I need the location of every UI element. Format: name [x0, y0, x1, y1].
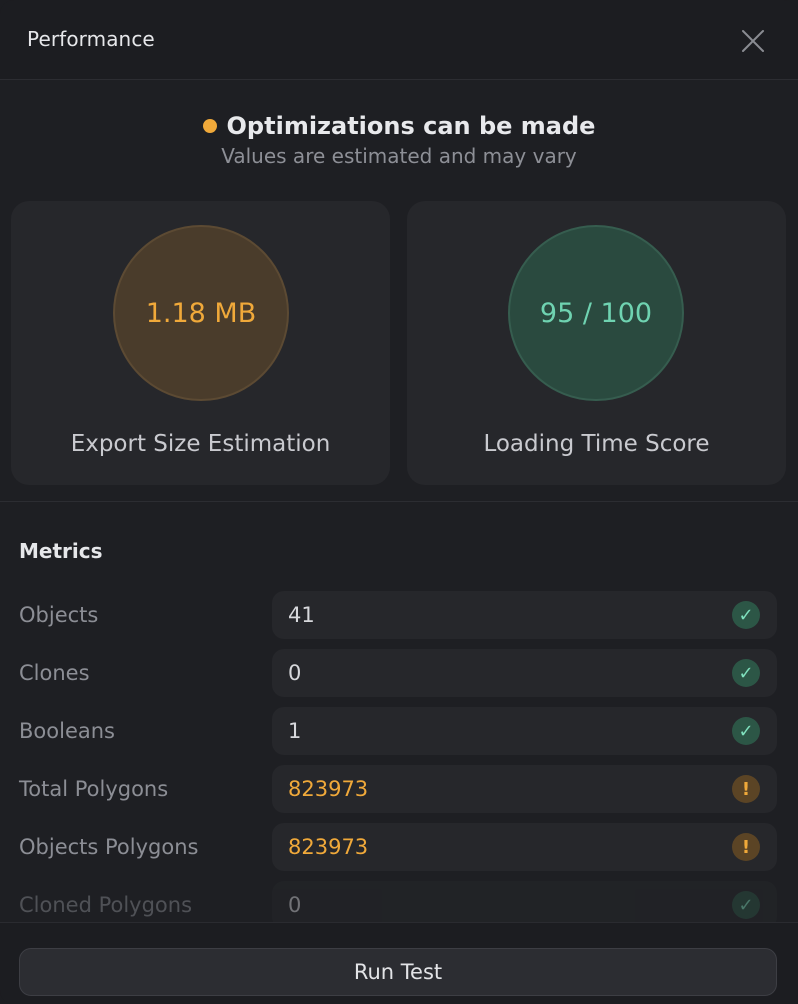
metric-value-box: 41 ✓	[272, 591, 777, 639]
metric-row-booleans: Booleans 1 ✓	[0, 707, 798, 755]
close-icon[interactable]	[736, 24, 770, 58]
panel-footer: Run Test	[0, 922, 798, 1004]
run-test-button[interactable]: Run Test	[19, 948, 777, 996]
metric-row-total-polygons: Total Polygons 823973 !	[0, 765, 798, 813]
loading-score-card: 95 / 100 Loading Time Score	[407, 201, 786, 485]
export-size-card: 1.18 MB Export Size Estimation	[11, 201, 390, 485]
status-subtitle: Values are estimated and may vary	[221, 144, 577, 168]
panel-title: Performance	[27, 27, 155, 51]
check-icon: ✓	[732, 717, 760, 745]
metric-row-objects: Objects 41 ✓	[0, 591, 798, 639]
check-icon: ✓	[732, 659, 760, 687]
loading-score-gauge: 95 / 100	[508, 225, 684, 401]
export-size-gauge: 1.18 MB	[113, 225, 289, 401]
metric-value: 41	[288, 603, 315, 627]
metric-label: Cloned Polygons	[19, 893, 193, 917]
metric-value: 0	[288, 661, 302, 685]
metric-value-box: 823973 !	[272, 823, 777, 871]
status-dot-icon	[202, 119, 217, 133]
metric-label: Clones	[19, 661, 90, 685]
metric-label: Objects Polygons	[19, 835, 199, 859]
export-size-value: 1.18 MB	[145, 297, 257, 329]
check-icon: ✓	[732, 891, 760, 919]
export-size-label: Export Size Estimation	[70, 431, 331, 457]
metric-value-box: 823973 !	[272, 765, 777, 813]
metric-value: 0	[288, 893, 302, 917]
metric-value: 823973	[288, 777, 369, 801]
metric-value: 823973	[288, 835, 369, 859]
warning-icon: !	[732, 775, 760, 803]
panel-header: Performance	[0, 0, 798, 80]
optimization-status: Optimizations can be made Values are est…	[0, 112, 798, 168]
metric-value: 1	[288, 719, 302, 743]
metric-label: Total Polygons	[19, 777, 169, 801]
status-title: Optimizations can be made	[226, 112, 596, 140]
metrics-title: Metrics	[19, 539, 103, 563]
performance-panel: Performance Optimizations can be made Va…	[0, 0, 798, 1004]
check-icon: ✓	[732, 601, 760, 629]
warning-icon: !	[732, 833, 760, 861]
metric-label: Booleans	[19, 719, 115, 743]
section-divider	[0, 501, 798, 502]
metric-value-box: 0 ✓	[272, 649, 777, 697]
metric-value-box: 1 ✓	[272, 707, 777, 755]
loading-score-value: 95 / 100	[539, 297, 653, 329]
metric-row-clones: Clones 0 ✓	[0, 649, 798, 697]
metric-row-objects-polygons: Objects Polygons 823973 !	[0, 823, 798, 871]
loading-score-label: Loading Time Score	[483, 431, 710, 457]
metric-label: Objects	[19, 603, 99, 627]
